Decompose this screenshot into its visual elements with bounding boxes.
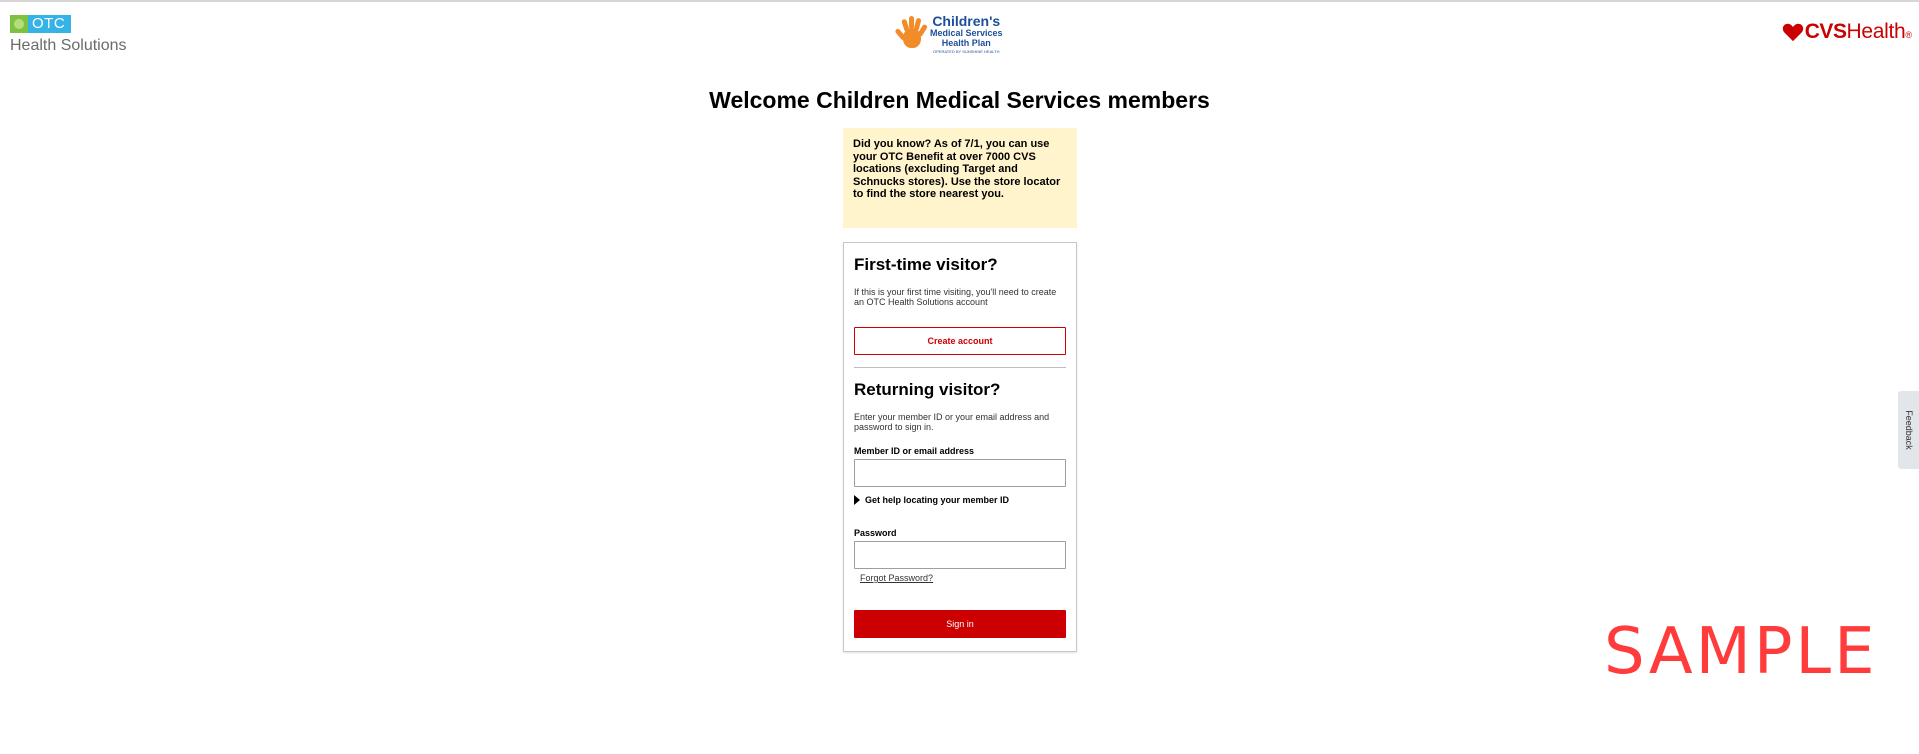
cvs-logo-health: Health — [1846, 20, 1906, 43]
first-time-visitor-title: First-time visitor? — [854, 255, 998, 274]
forgot-password-link[interactable]: Forgot Password? — [860, 573, 933, 583]
feedback-tab[interactable]: Feedback — [1898, 391, 1919, 469]
cvs-health-logo: CVS Health ® — [1782, 20, 1912, 44]
cms-logo-line2: Medical Services — [930, 28, 1003, 38]
password-input[interactable] — [854, 541, 1066, 569]
childrens-medical-services-logo: Children's Medical Services Health Plan … — [894, 13, 1007, 55]
sample-watermark: SAMPLE — [1604, 615, 1878, 689]
sign-in-button[interactable]: Sign in — [854, 610, 1066, 638]
heart-icon — [1782, 23, 1803, 42]
cms-logo-line4: OPERATED BY SUNSHINE HEALTH — [933, 49, 1000, 54]
otc-logo-subtitle: Health Solutions — [10, 37, 127, 54]
password-label: Password — [854, 528, 897, 538]
member-id-input[interactable] — [854, 459, 1066, 487]
cms-logo-line3: Health Plan — [941, 38, 991, 48]
cvs-logo-name: CVS — [1804, 20, 1847, 43]
store-locator-notice: Did you know? As of 7/1, you can use you… — [843, 128, 1077, 228]
otc-logo-box-text: OTC — [28, 15, 72, 33]
login-card: First-time visitor? If this is your firs… — [843, 242, 1077, 652]
page-title: Welcome Children Medical Services member… — [709, 87, 1210, 113]
cvs-logo-registered: ® — [1905, 30, 1912, 40]
returning-visitor-title: Returning visitor? — [854, 380, 1001, 399]
caret-right-icon — [854, 495, 860, 505]
member-id-help-toggle[interactable]: Get help locating your member ID — [854, 495, 1009, 505]
otc-leaf-icon — [10, 15, 28, 33]
otc-health-solutions-logo[interactable]: OTC Health Solutions — [10, 14, 130, 54]
member-id-help-label: Get help locating your member ID — [865, 495, 1010, 505]
hand-icon — [894, 16, 929, 52]
cms-logo-line1: Children's — [932, 13, 1001, 29]
returning-visitor-description: Enter your member ID or your email addre… — [854, 412, 1050, 432]
first-time-visitor-description: If this is your first time visiting, you… — [854, 287, 1057, 307]
top-border — [0, 0, 1919, 2]
member-id-label: Member ID or email address — [854, 446, 975, 456]
section-divider — [854, 367, 1066, 368]
create-account-button[interactable]: Create account — [854, 327, 1066, 355]
feedback-label: Feedback — [1903, 410, 1914, 450]
